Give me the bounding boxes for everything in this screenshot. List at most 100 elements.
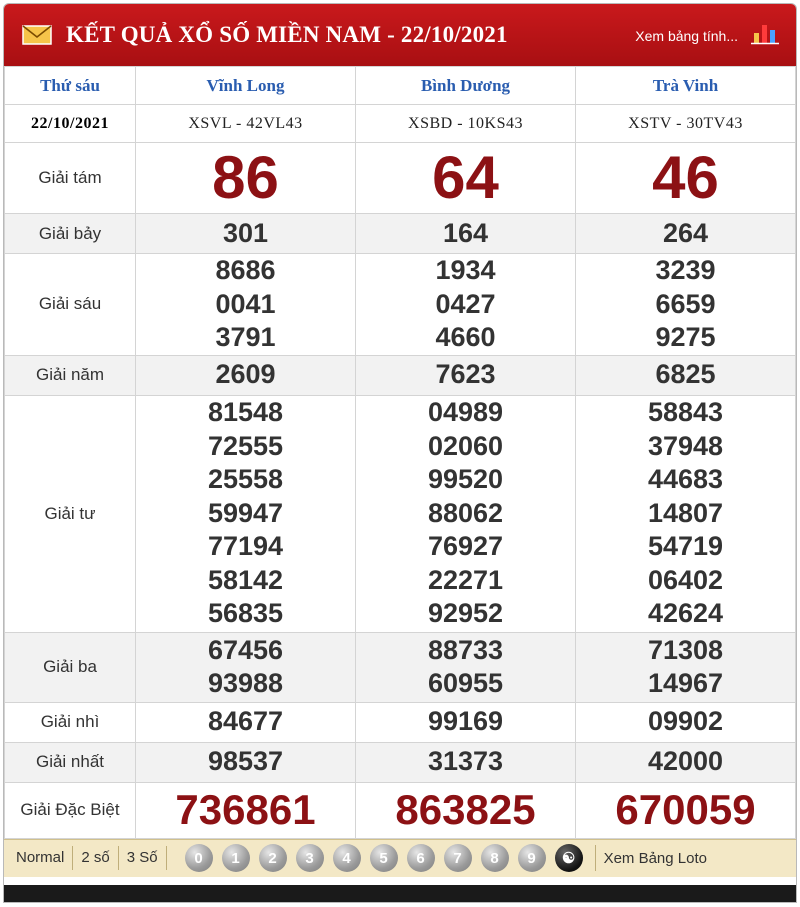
digit-8-button[interactable]: 8 (480, 844, 509, 872)
province-name[interactable]: Trà Vinh (575, 66, 796, 105)
winning-number: 54719 (647, 531, 724, 562)
prize-cell: 670059 (575, 781, 796, 839)
winning-number: 77194 (207, 531, 284, 562)
winning-number: 670059 (615, 786, 756, 833)
winning-number: 98537 (207, 746, 284, 777)
winning-number: 14807 (647, 497, 724, 528)
prize-row: Giải Đặc Biệt 736861 863825 670059 (4, 781, 796, 839)
prize-cell: 2609 (135, 354, 356, 396)
winning-number: 92952 (427, 598, 504, 629)
prize-label: Giải tám (4, 142, 136, 214)
winning-number: 736861 (175, 786, 316, 833)
digit-3-button[interactable]: 3 (295, 844, 324, 872)
winning-number: 06402 (647, 564, 724, 595)
view-loto-link[interactable]: Xem Bảng Loto (596, 850, 707, 867)
mail-icon (22, 25, 52, 45)
prize-cell: 164 (355, 213, 576, 254)
winning-number: 76927 (427, 531, 504, 562)
prize-cell: 99169 (355, 701, 576, 743)
winning-number: 22271 (427, 564, 504, 595)
winning-number: 42624 (647, 598, 724, 629)
prize-label: Giải sáu (4, 253, 136, 356)
prize-cell: 84677 (135, 701, 356, 743)
prize-row: Giải nhất 98537 31373 42000 (4, 741, 796, 783)
winning-number: 4660 (435, 322, 496, 352)
prize-label: Giải Đặc Biệt (4, 781, 136, 839)
winning-number: 25558 (207, 464, 284, 495)
digit-1-button[interactable]: 1 (221, 844, 250, 872)
ticket-code: XSVL - 42VL43 (135, 104, 356, 143)
mode-2-digit-button[interactable]: 2 số (73, 846, 119, 870)
prize-cell: 301 (135, 213, 356, 254)
prize-cell: 1934 0427 4660 (355, 253, 576, 356)
winning-number: 0041 (215, 288, 276, 319)
digit-6-button[interactable]: 6 (406, 844, 435, 872)
prize-cell: 736861 (135, 781, 356, 839)
winning-number: 88733 (427, 634, 504, 665)
winning-number: 3239 (655, 255, 716, 285)
prize-label: Giải nhất (4, 741, 136, 783)
prize-cell: 88733 60955 (355, 631, 576, 703)
province-name[interactable]: Vĩnh Long (135, 66, 356, 105)
prize-cell: 31373 (355, 741, 576, 783)
digit-filter: 0 1 2 3 4 5 6 7 8 9 ☯ (167, 844, 596, 872)
winning-number: 264 (662, 217, 709, 248)
prize-label: Giải năm (4, 354, 136, 396)
digit-0-button[interactable]: 0 (184, 844, 213, 872)
results-table: Thứ sáu Vĩnh Long Bình Dương Trà Vinh 22… (4, 66, 796, 839)
prize-cell: 71308 14967 (575, 631, 796, 703)
digit-2-button[interactable]: 2 (258, 844, 287, 872)
results-panel: KẾT QUẢ XỔ SỐ MIỀN NAM - 22/10/2021 Xem … (3, 3, 797, 903)
winning-number: 14967 (647, 668, 724, 698)
winning-number: 93988 (207, 668, 284, 698)
mode-normal-button[interactable]: Normal (4, 846, 74, 870)
draw-date: 22/10/2021 (4, 104, 136, 143)
prize-row: Giải năm 2609 7623 6825 (4, 354, 796, 396)
mode-3-digit-button[interactable]: 3 Số (119, 846, 167, 870)
prize-row: Giải tư 81548 72555 25558 59947 77194 58142 568… (4, 394, 796, 633)
winning-number: 8686 (215, 255, 276, 285)
yin-yang-icon[interactable]: ☯ (554, 844, 583, 872)
ticket-code: XSBD - 10KS43 (355, 104, 576, 143)
province-name[interactable]: Bình Dương (355, 66, 576, 105)
digit-5-button[interactable]: 5 (369, 844, 398, 872)
prize-cell: 64 (355, 142, 576, 214)
winning-number: 60955 (427, 668, 504, 698)
page-title: KẾT QUẢ XỔ SỐ MIỀN NAM - 22/10/2021 (66, 22, 508, 47)
prize-row: Giải ba 67456 93988 88733 60955 71308 14967 (4, 631, 796, 703)
prize-cell: 46 (575, 142, 796, 214)
digit-9-button[interactable]: 9 (517, 844, 546, 872)
prize-cell: 6825 (575, 354, 796, 396)
winning-number: 71308 (647, 634, 724, 665)
prize-cell: 09902 (575, 701, 796, 743)
digit-7-button[interactable]: 7 (443, 844, 472, 872)
prize-cell: 8686 0041 3791 (135, 253, 356, 356)
prize-cell: 42000 (575, 741, 796, 783)
winning-number: 72555 (207, 430, 284, 461)
prize-row: Giải nhì 84677 99169 09902 (4, 701, 796, 743)
prize-row: Giải bảy 301 164 264 (4, 213, 796, 254)
digit-4-button[interactable]: 4 (332, 844, 361, 872)
prize-cell: 04989 02060 99520 88062 76927 22271 92952 (355, 394, 576, 633)
day-label: Thứ sáu (4, 66, 136, 105)
prize-row: Giải sáu 8686 0041 3791 1934 0427 4660 3239 6659… (4, 253, 796, 356)
prize-cell: 81548 72555 25558 59947 77194 58142 56835 (135, 394, 356, 633)
winning-number: 863825 (395, 786, 536, 833)
prize-cell: 7623 (355, 354, 576, 396)
prize-label: Giải ba (4, 631, 136, 703)
winning-number: 0427 (435, 288, 496, 319)
winning-number: 81548 (207, 397, 284, 428)
winning-number: 37948 (647, 430, 724, 461)
winning-number: 58142 (207, 564, 284, 595)
view-table-link[interactable]: Xem bảng tính... (635, 28, 738, 44)
winning-number: 6825 (655, 359, 716, 390)
winning-number: 67456 (207, 634, 284, 665)
bar-chart-icon[interactable] (750, 21, 780, 45)
winning-number: 46 (652, 144, 719, 211)
winning-number: 58843 (647, 397, 724, 428)
winning-number: 9275 (655, 322, 716, 352)
prize-cell: 67456 93988 (135, 631, 356, 703)
winning-number: 84677 (207, 706, 284, 737)
prize-label: Giải bảy (4, 213, 136, 254)
winning-number: 7623 (435, 359, 496, 390)
